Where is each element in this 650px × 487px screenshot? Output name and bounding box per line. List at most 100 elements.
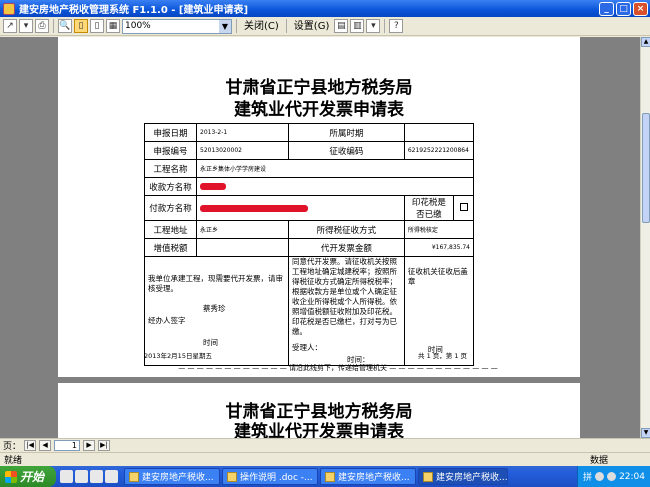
invoice-amount-label: 代开发票金额: [288, 238, 405, 257]
separator: [236, 19, 237, 33]
scroll-up-icon[interactable]: ▲: [641, 37, 650, 47]
footer-page-count: 共 1 页，第 1 页: [418, 352, 468, 360]
taskbar: 开始 建安房地产税收... 操作说明 .doc -... 建安房地产税收... …: [0, 466, 650, 487]
apply-date-value: 2013-2-1: [196, 123, 289, 142]
system-tray: 拼 22:04: [577, 466, 650, 487]
tax-amount-label: 增值税额: [144, 238, 197, 257]
quick-launch-icon[interactable]: [60, 470, 73, 483]
taskbar-item[interactable]: 建安房地产税收...: [124, 468, 220, 485]
separator: [384, 19, 386, 33]
payee-label: 收款方名称: [144, 177, 197, 196]
period-value: [403, 123, 475, 142]
stamp-tax-label: 印花税是否已缴: [403, 195, 455, 221]
project-name-value: 永正乡集体小学学房建设: [196, 159, 474, 178]
cut-line: — — — — — — — — — — — — 请沿此线剪下，传递给管理机关 —…: [178, 364, 498, 372]
applicant-name: 蔡秀珍: [203, 304, 226, 313]
project-name-label: 工程名称: [144, 159, 197, 178]
options-icon[interactable]: ▾: [366, 19, 381, 33]
taskbar-item-label: 建安房地产税收...: [338, 473, 410, 483]
collect-no-label: 征收编码: [288, 141, 405, 160]
page-navigation: 页： |◀ ◀ 1 ▶ ▶|: [0, 438, 650, 452]
dropdown-arrow-icon[interactable]: ▾: [19, 19, 33, 33]
close-window-button[interactable]: ×: [633, 1, 648, 16]
page-nav-label: 页：: [3, 442, 22, 452]
separator: [53, 19, 54, 33]
payer-label: 付款方名称: [144, 195, 197, 221]
project-addr-value: 永正乡: [196, 220, 289, 239]
folder-icon: [129, 471, 139, 482]
page-number-input[interactable]: 1: [54, 440, 81, 451]
first-page-icon[interactable]: |◀: [24, 440, 37, 451]
minimize-button[interactable]: _: [599, 1, 614, 16]
payer-value-redacted: [196, 195, 405, 221]
page-setup-icon[interactable]: ▤: [334, 19, 349, 33]
taskbar-item-label: 建安房地产税收...: [142, 473, 214, 483]
next-page-icon[interactable]: ▶: [83, 440, 96, 451]
status-text: 就绪: [4, 456, 23, 466]
document-page-2: 甘肃省正宁县地方税务局 建筑业代开发票申请表: [58, 383, 580, 438]
apply-no-value: 52013020002: [196, 141, 289, 160]
collect-no-value: 6219252221200864: [403, 141, 475, 160]
single-page-icon[interactable]: ▯: [74, 19, 88, 33]
acceptance-section: 同意代开发票。请征收机关按照工程地址确定城建税率；按照所得税征收方式确定所得税税…: [288, 256, 405, 366]
taskbar-item-label: 建安房地产税收...: [436, 473, 508, 483]
start-button[interactable]: 开始: [0, 466, 56, 487]
period-label: 所属时期: [288, 123, 405, 142]
document-subtitle: 建筑业代开发票申请表: [234, 100, 404, 120]
tax-office-text: 征收机关征收后盖章: [407, 267, 468, 286]
payee-value-redacted: [196, 177, 474, 196]
quick-launch-icon[interactable]: [90, 470, 103, 483]
help-icon[interactable]: ?: [389, 19, 404, 33]
windows-logo-icon: [5, 470, 17, 483]
document-page: 甘肃省正宁县地方税务局 建筑业代开发票申请表 申报日期 2013-2-1 所属时…: [58, 37, 580, 377]
income-tax-value: 所得税核定: [403, 220, 475, 239]
print-icon[interactable]: ⎙: [35, 19, 49, 33]
app-icon: [3, 2, 15, 15]
last-page-icon[interactable]: ▶|: [98, 440, 111, 451]
ime-indicator[interactable]: 拼: [583, 470, 592, 483]
print-preview-icon[interactable]: ▥: [350, 19, 365, 33]
taskbar-item[interactable]: 操作说明 .doc -...: [222, 468, 318, 485]
window-title-bar: 建安房地产税收管理系统 F1.1.0 - [建筑业申请表] _ □ ×: [0, 0, 650, 17]
applicant-signature-label: 经办人签字: [148, 316, 186, 325]
two-page-icon[interactable]: ▯: [90, 19, 104, 33]
separator: [285, 19, 287, 33]
setup-button[interactable]: 设置(G): [291, 19, 333, 34]
zoom-icon[interactable]: 🔍: [58, 19, 72, 33]
tray-icon[interactable]: [595, 472, 605, 481]
taskbar-item-active[interactable]: 建安房地产税收...: [418, 468, 508, 485]
project-addr-label: 工程地址: [144, 220, 197, 239]
export-icon[interactable]: ↗: [3, 19, 17, 33]
multi-page-icon[interactable]: ▦: [106, 19, 120, 33]
applicant-text: 我单位承建工程，现需要代开发票，请审核受理。: [148, 274, 283, 293]
quick-launch-icon[interactable]: [75, 470, 88, 483]
quick-launch-icon[interactable]: [105, 470, 118, 483]
stamp-tax-checkbox: [453, 195, 474, 221]
document-viewer: 甘肃省正宁县地方税务局 建筑业代开发票申请表 申报日期 2013-2-1 所属时…: [0, 37, 640, 438]
prev-page-icon[interactable]: ◀: [39, 440, 52, 451]
taskbar-item-label: 操作说明 .doc -...: [240, 473, 313, 483]
apply-date-label: 申报日期: [144, 123, 197, 142]
taskbar-item[interactable]: 建安房地产税收...: [320, 468, 416, 485]
start-label: 开始: [20, 470, 45, 484]
window-title: 建安房地产税收管理系统 F1.1.0 - [建筑业申请表]: [19, 5, 249, 16]
zoom-select[interactable]: 100% ▼: [122, 18, 232, 34]
chevron-down-icon: ▼: [219, 19, 231, 33]
income-tax-label: 所得税征收方式: [288, 220, 405, 239]
scroll-thumb[interactable]: [642, 113, 650, 223]
status-bar: 就绪 数据: [0, 452, 650, 466]
clock: 22:04: [619, 471, 645, 482]
close-document-button[interactable]: 关闭(C): [241, 19, 282, 34]
tray-icon[interactable]: [607, 472, 617, 481]
applicant-time-label: 时间: [203, 338, 218, 347]
acceptance-text: 同意代开发票。请征收机关按照工程地址确定城建税率；按照所得税征收方式确定所得税税…: [292, 257, 397, 336]
page2-subtitle: 建筑业代开发票申请表: [234, 422, 404, 438]
application-form: 申报日期 2013-2-1 所属时期 申报编号 52013020002 征收编码…: [144, 123, 475, 366]
vertical-scrollbar[interactable]: ▲ ▼: [640, 37, 650, 438]
zoom-value: 100%: [125, 21, 151, 31]
scroll-down-icon[interactable]: ▼: [641, 428, 650, 438]
maximize-button[interactable]: □: [616, 1, 631, 16]
acceptor-label: 受理人：: [292, 343, 322, 352]
tax-amount-value: [196, 238, 289, 257]
toolbar: ↗ ▾ ⎙ 🔍 ▯ ▯ ▦ 100% ▼ 关闭(C) 设置(G) ▤ ▥ ▾ ?: [0, 17, 650, 36]
